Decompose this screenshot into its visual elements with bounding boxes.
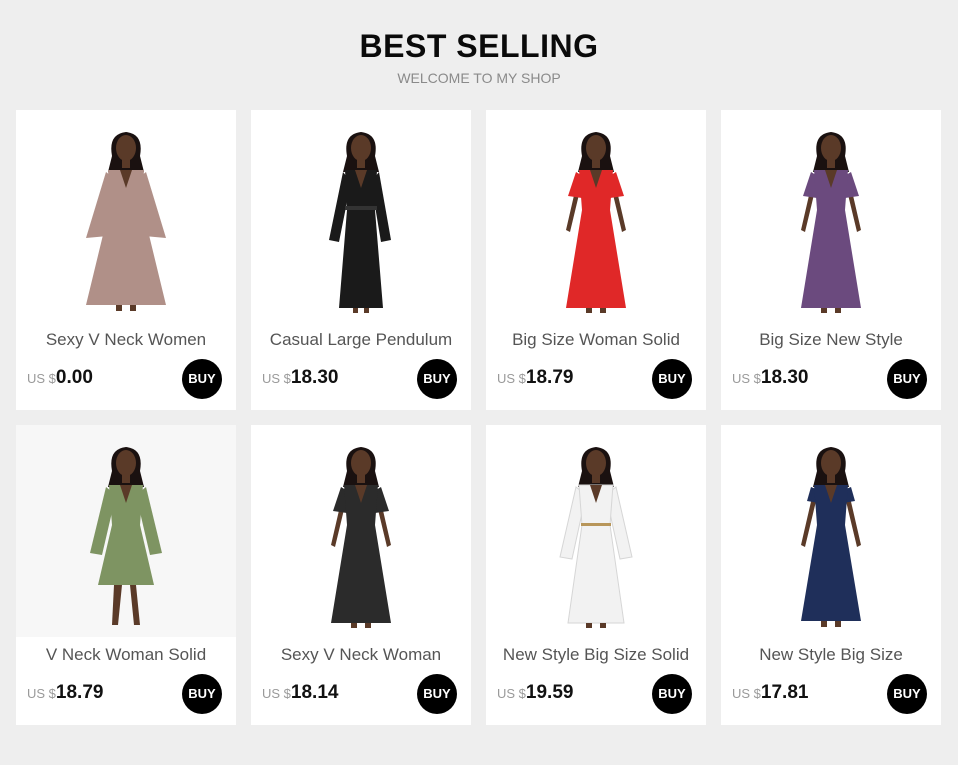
price-currency: US $ (262, 686, 291, 701)
page-subtitle: WELCOME TO MY SHOP (397, 70, 561, 86)
price-amount: 18.79 (525, 367, 574, 388)
product-photo[interactable] (721, 425, 941, 637)
price-currency: US $ (732, 371, 761, 386)
price-amount: 18.14 (290, 682, 339, 703)
product-price: US $18.79 (497, 367, 573, 389)
price-currency: US $ (262, 371, 291, 386)
product-price: US $18.14 (262, 682, 338, 704)
product-name[interactable]: V Neck Woman Solid (16, 644, 236, 666)
product-photo[interactable] (486, 425, 706, 637)
price-currency: US $ (27, 371, 56, 386)
product-photo[interactable] (16, 425, 236, 637)
product-card[interactable]: Big Size Woman Solid US $18.79 BUY (486, 110, 706, 410)
product-photo[interactable] (16, 110, 236, 322)
price-currency: US $ (732, 686, 761, 701)
price-amount: 19.59 (525, 682, 574, 703)
page-title: BEST SELLING (359, 28, 599, 64)
product-photo[interactable] (486, 110, 706, 322)
product-name[interactable]: Sexy V Neck Women (16, 329, 236, 351)
price-currency: US $ (497, 371, 526, 386)
buy-button[interactable]: BUY (182, 674, 222, 714)
price-currency: US $ (497, 686, 526, 701)
product-price: US $18.79 (27, 682, 103, 704)
price-amount: 18.79 (55, 682, 104, 703)
product-name[interactable]: Casual Large Pendulum (251, 329, 471, 351)
price-amount: 17.81 (760, 682, 809, 703)
product-photo[interactable] (251, 110, 471, 322)
product-name[interactable]: Big Size Woman Solid (486, 329, 706, 351)
buy-button[interactable]: BUY (887, 359, 927, 399)
product-price: US $18.30 (732, 367, 808, 389)
product-name[interactable]: New Style Big Size Solid (486, 644, 706, 666)
product-card[interactable]: New Style Big Size Solid US $19.59 BUY (486, 425, 706, 725)
price-amount: 18.30 (290, 367, 339, 388)
product-price: US $19.59 (497, 682, 573, 704)
product-card[interactable]: Big Size New Style US $18.30 BUY (721, 110, 941, 410)
buy-button[interactable]: BUY (652, 359, 692, 399)
product-card[interactable]: New Style Big Size US $17.81 BUY (721, 425, 941, 725)
product-card[interactable]: Casual Large Pendulum US $18.30 BUY (251, 110, 471, 410)
product-card[interactable]: V Neck Woman Solid US $18.79 BUY (16, 425, 236, 725)
buy-button[interactable]: BUY (652, 674, 692, 714)
product-card[interactable]: Sexy V Neck Woman US $18.14 BUY (251, 425, 471, 725)
price-amount: 18.30 (760, 367, 809, 388)
product-name[interactable]: Big Size New Style (721, 329, 941, 351)
buy-button[interactable]: BUY (887, 674, 927, 714)
product-grid: Sexy V Neck Women US $0.00 BUY Casual La… (16, 110, 941, 725)
product-photo[interactable] (251, 425, 471, 637)
buy-button[interactable]: BUY (182, 359, 222, 399)
product-name[interactable]: New Style Big Size (721, 644, 941, 666)
price-currency: US $ (27, 686, 56, 701)
product-price: US $0.00 (27, 367, 93, 389)
product-card[interactable]: Sexy V Neck Women US $0.00 BUY (16, 110, 236, 410)
product-photo[interactable] (721, 110, 941, 322)
product-price: US $17.81 (732, 682, 808, 704)
buy-button[interactable]: BUY (417, 674, 457, 714)
buy-button[interactable]: BUY (417, 359, 457, 399)
price-amount: 0.00 (55, 367, 93, 388)
product-price: US $18.30 (262, 367, 338, 389)
product-name[interactable]: Sexy V Neck Woman (251, 644, 471, 666)
